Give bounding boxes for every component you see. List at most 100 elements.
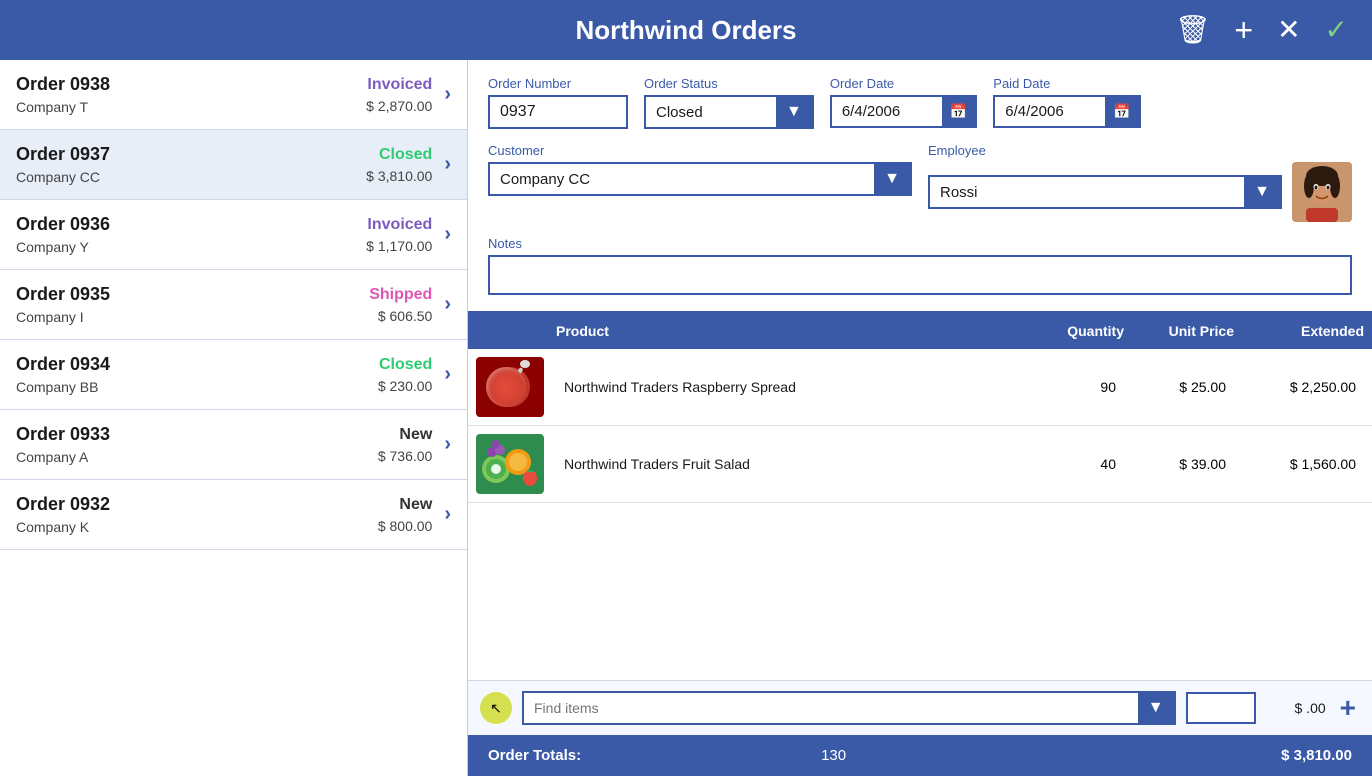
notes-input[interactable] [488, 255, 1352, 295]
order-item[interactable]: Order 0936 Company Y Invoiced $ 1,170.00… [0, 200, 467, 270]
paid-date-picker[interactable]: 📅 [993, 95, 1140, 128]
find-items-wrapper[interactable]: ▼ [522, 691, 1176, 725]
fruitsalad-img [476, 434, 544, 494]
order-right: Closed $ 3,810.00 [366, 146, 432, 184]
order-company: Company T [16, 99, 366, 115]
order-date-label: Order Date [830, 76, 977, 91]
add-record-button[interactable]: + [1226, 10, 1261, 50]
order-status-value[interactable] [646, 98, 776, 127]
order-date-calendar-btn[interactable]: 📅 [942, 97, 975, 126]
order-info: Order 0938 Company T [16, 74, 366, 115]
product-image [476, 357, 544, 417]
col-product-label: Product [556, 323, 1024, 339]
order-amount: $ 2,870.00 [366, 98, 432, 114]
customer-group: Customer ▼ [488, 143, 912, 196]
notes-group: Notes [488, 236, 1352, 295]
order-info: Order 0934 Company BB [16, 354, 378, 395]
order-company: Company Y [16, 239, 366, 255]
add-qty-input[interactable] [1186, 692, 1256, 724]
product-extended: $ 1,560.00 [1234, 456, 1364, 472]
order-company: Company I [16, 309, 369, 325]
order-number-label: Order Number [488, 76, 628, 91]
delete-button[interactable]: 🗑 [1167, 12, 1219, 48]
order-item[interactable]: Order 0933 Company A New $ 736.00 › [0, 410, 467, 480]
order-status-dropdown-btn[interactable]: ▼ [776, 97, 812, 127]
order-right: Invoiced $ 2,870.00 [366, 76, 432, 114]
order-number: Order 0936 [16, 214, 366, 235]
order-status: Invoiced [366, 216, 432, 234]
col-extended-label: Extended [1234, 323, 1364, 339]
order-company: Company BB [16, 379, 378, 395]
col-quantity-label: Quantity [1024, 323, 1124, 339]
order-chevron-icon: › [444, 223, 451, 246]
order-item[interactable]: Order 0938 Company T Invoiced $ 2,870.00… [0, 60, 467, 130]
totals-label: Order Totals: [488, 747, 581, 764]
employee-group: Employee ▼ [928, 143, 1352, 222]
order-chevron-icon: › [444, 293, 451, 316]
order-item[interactable]: Order 0934 Company BB Closed $ 230.00 › [0, 340, 467, 410]
notes-label: Notes [488, 236, 1352, 251]
totals-quantity: 130 [821, 747, 846, 764]
find-items-input[interactable] [524, 694, 1138, 722]
order-date-picker[interactable]: 📅 [830, 95, 977, 128]
order-info: Order 0936 Company Y [16, 214, 366, 255]
customer-dropdown-btn[interactable]: ▼ [874, 164, 910, 194]
raspberry-img [476, 357, 544, 417]
order-right: New $ 736.00 [378, 426, 433, 464]
order-right: Invoiced $ 1,170.00 [366, 216, 432, 254]
table-row[interactable]: Northwind Traders Raspberry Spread 90 $ … [468, 349, 1372, 426]
close-button[interactable]: ✕ [1269, 12, 1308, 48]
order-chevron-icon: › [444, 363, 451, 386]
add-price-display: $ .00 [1266, 700, 1326, 716]
order-status: Closed [378, 356, 433, 374]
product-unit-price: $ 25.00 [1124, 379, 1234, 395]
form-area: Order Number Order Status ▼ Order Date 📅 [468, 60, 1372, 313]
order-right: Closed $ 230.00 [378, 356, 433, 394]
find-items-dropdown-btn[interactable]: ▼ [1138, 693, 1174, 723]
order-number: Order 0938 [16, 74, 366, 95]
order-number-input[interactable] [488, 95, 628, 129]
product-name: Northwind Traders Raspberry Spread [556, 379, 1024, 395]
order-item[interactable]: Order 0935 Company I Shipped $ 606.50 › [0, 270, 467, 340]
employee-photo [1292, 162, 1352, 222]
order-date-input[interactable] [832, 97, 942, 126]
order-number: Order 0934 [16, 354, 378, 375]
order-number: Order 0933 [16, 424, 378, 445]
table-row[interactable]: Northwind Traders Fruit Salad 40 $ 39.00… [468, 426, 1372, 503]
product-quantity: 90 [1024, 379, 1124, 395]
order-amount: $ 1,170.00 [366, 238, 432, 254]
add-item-button[interactable]: + [1336, 692, 1360, 724]
customer-select[interactable]: ▼ [488, 162, 912, 196]
order-company: Company K [16, 519, 378, 535]
order-company: Company A [16, 449, 378, 465]
products-section: Product Quantity Unit Price Extended [468, 313, 1372, 776]
order-number: Order 0932 [16, 494, 378, 515]
employee-select[interactable]: ▼ [928, 175, 1282, 209]
product-unit-price: $ 39.00 [1124, 456, 1234, 472]
cursor-indicator: ↖ [480, 692, 512, 724]
order-chevron-icon: › [444, 83, 451, 106]
product-quantity: 40 [1024, 456, 1124, 472]
order-info: Order 0932 Company K [16, 494, 378, 535]
order-amount: $ 800.00 [378, 518, 433, 534]
app-header: Northwind Orders 🗑 + ✕ ✓ [0, 0, 1372, 60]
order-status: New [378, 496, 433, 514]
product-rows: Northwind Traders Raspberry Spread 90 $ … [468, 349, 1372, 680]
order-info: Order 0933 Company A [16, 424, 378, 465]
app-title: Northwind Orders [575, 15, 796, 46]
paid-date-calendar-btn[interactable]: 📅 [1105, 97, 1138, 126]
customer-value[interactable] [490, 165, 874, 194]
order-item[interactable]: Order 0937 Company CC Closed $ 3,810.00 … [0, 130, 467, 200]
employee-value[interactable] [930, 178, 1244, 207]
order-status-select[interactable]: ▼ [644, 95, 814, 129]
order-item[interactable]: Order 0932 Company K New $ 800.00 › [0, 480, 467, 550]
order-chevron-icon: › [444, 433, 451, 456]
order-status-label: Order Status [644, 76, 814, 91]
employee-dropdown-btn[interactable]: ▼ [1244, 177, 1280, 207]
form-row-1: Order Number Order Status ▼ Order Date 📅 [488, 76, 1352, 129]
paid-date-input[interactable] [995, 97, 1105, 126]
order-status-group: Order Status ▼ [644, 76, 814, 129]
order-status: Closed [366, 146, 432, 164]
paid-date-group: Paid Date 📅 [993, 76, 1140, 128]
confirm-button[interactable]: ✓ [1317, 12, 1356, 48]
